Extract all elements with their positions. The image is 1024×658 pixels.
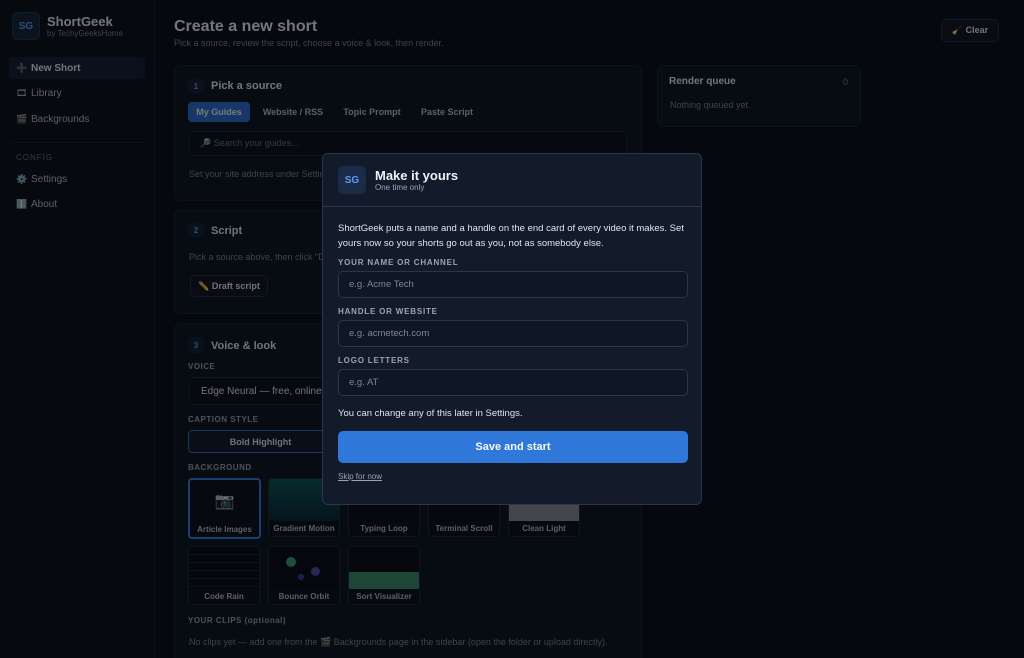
- modal-title: Make it yours: [375, 168, 459, 183]
- name-field[interactable]: [338, 271, 688, 298]
- modal-subtitle: One time only: [375, 183, 425, 192]
- handle-field-label: HANDLE OR WEBSITE: [338, 307, 438, 316]
- skip-for-now-link[interactable]: Skip for now: [338, 472, 382, 481]
- modal-description: ShortGeek puts a name and a handle on th…: [338, 223, 684, 249]
- modal-divider: [323, 206, 701, 207]
- modal-note: You can change any of this later in Sett…: [338, 408, 523, 419]
- modal-logo: SG: [338, 166, 366, 194]
- logo-letters-label: LOGO LETTERS: [338, 356, 410, 365]
- name-field-label: YOUR NAME OR CHANNEL: [338, 258, 459, 267]
- onboarding-modal: SG Make it yours One time only ShortGeek…: [322, 153, 702, 505]
- handle-field[interactable]: [338, 320, 688, 347]
- logo-letters-field[interactable]: [338, 369, 688, 396]
- save-and-start-button[interactable]: Save and start: [338, 431, 688, 463]
